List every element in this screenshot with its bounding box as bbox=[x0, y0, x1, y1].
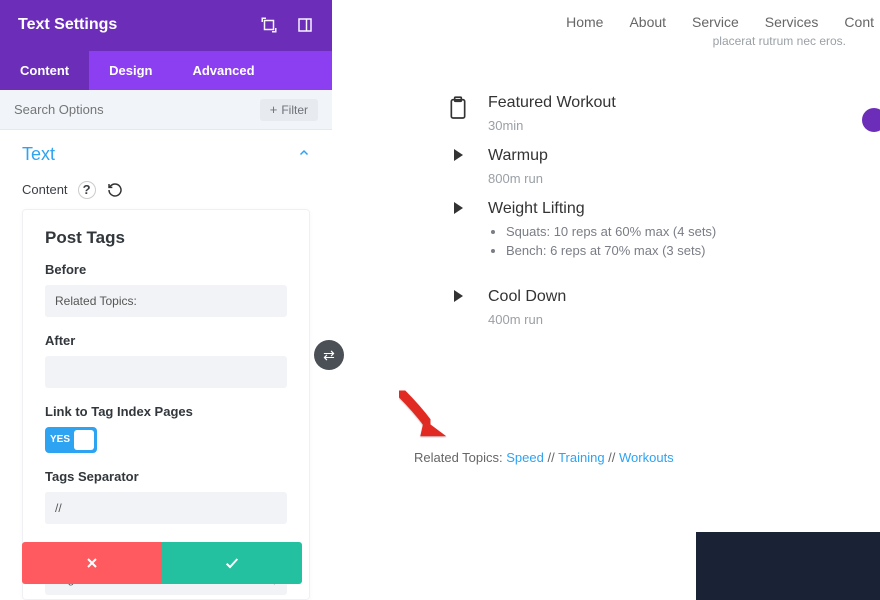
expand-icon[interactable] bbox=[260, 16, 278, 34]
featured-sub: 30min bbox=[488, 118, 616, 133]
panel-header: Text Settings bbox=[0, 0, 332, 51]
list-item: Bench: 6 reps at 70% max (3 sets) bbox=[506, 243, 716, 258]
resize-handle[interactable]: ⇄ bbox=[314, 340, 344, 370]
warmup-sub: 800m run bbox=[488, 171, 548, 186]
content-subhead: Content ? bbox=[0, 171, 332, 209]
filter-button[interactable]: + Filter bbox=[260, 99, 318, 121]
nav-subtext: placerat rutrum nec eros. bbox=[713, 34, 846, 48]
triangle-icon[interactable] bbox=[448, 200, 468, 214]
search-bar: + Filter bbox=[0, 90, 332, 130]
workout-content: Featured Workout 30min Warmup 800m run W… bbox=[348, 54, 880, 327]
panel-title: Text Settings bbox=[18, 16, 117, 34]
action-bar bbox=[22, 542, 302, 584]
preview-pane: Home About Service Services Cont placera… bbox=[348, 0, 880, 600]
sep-label: Tags Separator bbox=[45, 469, 287, 484]
settings-panel: Text Settings Content Design Advanced + … bbox=[0, 0, 332, 600]
toggle-knob bbox=[74, 430, 94, 450]
tab-content[interactable]: Content bbox=[0, 51, 89, 91]
search-input[interactable] bbox=[14, 102, 260, 117]
cooldown-title: Cool Down bbox=[488, 288, 566, 306]
nav-services[interactable]: Services bbox=[765, 14, 819, 30]
nav-service[interactable]: Service bbox=[692, 14, 739, 30]
chevron-up-icon bbox=[298, 146, 310, 162]
link-label: Link to Tag Index Pages bbox=[45, 404, 287, 419]
dock-icon[interactable] bbox=[296, 16, 314, 34]
section-title: Text bbox=[22, 144, 55, 165]
subhead-label: Content bbox=[22, 182, 68, 197]
tab-design[interactable]: Design bbox=[89, 51, 172, 91]
save-button[interactable] bbox=[162, 542, 302, 584]
link-toggle[interactable]: YES bbox=[45, 427, 97, 453]
list-item: Squats: 10 reps at 60% max (4 sets) bbox=[506, 224, 716, 239]
cooldown-sub: 400m run bbox=[488, 312, 566, 327]
after-label: After bbox=[45, 333, 287, 348]
reset-icon[interactable] bbox=[106, 181, 124, 199]
tag-link[interactable]: Speed bbox=[506, 450, 544, 465]
cancel-button[interactable] bbox=[22, 542, 162, 584]
tab-advanced[interactable]: Advanced bbox=[172, 51, 274, 91]
nav-contact[interactable]: Cont bbox=[844, 14, 874, 30]
after-input[interactable] bbox=[45, 356, 287, 388]
nav-home[interactable]: Home bbox=[566, 14, 603, 30]
tag-sep: // bbox=[605, 450, 619, 465]
edge-handle[interactable] bbox=[862, 108, 880, 132]
related-prefix: Related Topics: bbox=[414, 450, 506, 465]
featured-title: Featured Workout bbox=[488, 94, 616, 112]
section-header[interactable]: Text bbox=[0, 130, 332, 171]
help-icon[interactable]: ? bbox=[78, 181, 96, 199]
sep-input[interactable] bbox=[45, 492, 287, 524]
before-input[interactable] bbox=[45, 285, 287, 317]
nav-about[interactable]: About bbox=[629, 14, 666, 30]
triangle-icon[interactable] bbox=[448, 147, 468, 161]
clipboard-icon bbox=[448, 94, 468, 120]
footer-band bbox=[696, 532, 880, 600]
weights-list: Squats: 10 reps at 60% max (4 sets) Benc… bbox=[488, 224, 716, 258]
triangle-icon[interactable] bbox=[448, 288, 468, 302]
warmup-title: Warmup bbox=[488, 147, 548, 165]
related-topics: Related Topics: Speed // Training // Wor… bbox=[414, 450, 674, 465]
tag-sep: // bbox=[544, 450, 558, 465]
tag-link[interactable]: Workouts bbox=[619, 450, 674, 465]
toggle-state: YES bbox=[50, 434, 70, 445]
tag-link[interactable]: Training bbox=[558, 450, 604, 465]
panel-tabs: Content Design Advanced bbox=[0, 51, 332, 91]
card-title: Post Tags bbox=[45, 228, 287, 248]
filter-label: Filter bbox=[281, 103, 308, 117]
before-label: Before bbox=[45, 262, 287, 277]
weights-title: Weight Lifting bbox=[488, 200, 716, 218]
